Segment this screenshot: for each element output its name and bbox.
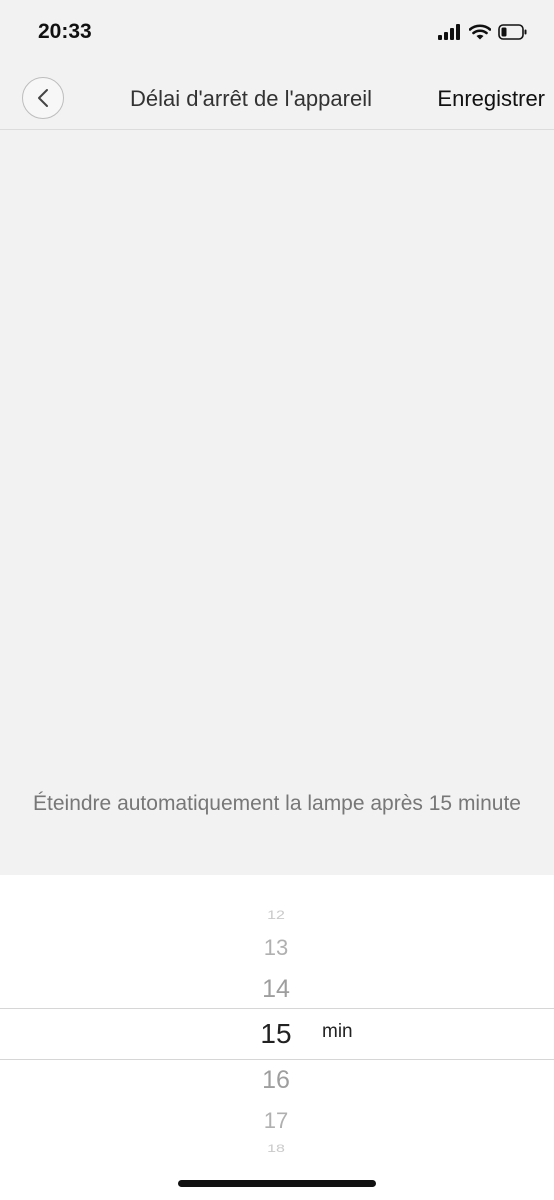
picker-option[interactable]: 16: [226, 1066, 326, 1095]
picker-unit-label: min: [322, 1021, 353, 1042]
picker-selected-value[interactable]: 15: [226, 1018, 326, 1050]
minute-picker[interactable]: 12 13 14 15 min 16 17 18: [0, 875, 554, 1200]
battery-icon: [498, 24, 527, 40]
status-bar: 20:33: [0, 0, 554, 68]
picker-option[interactable]: 17: [226, 1108, 326, 1134]
selection-line-top: [0, 1008, 554, 1009]
picker-option[interactable]: 12: [226, 909, 326, 923]
navigation-header: Délai d'arrêt de l'appareil Enregistrer: [0, 68, 554, 130]
picker-option[interactable]: 13: [226, 935, 326, 961]
cellular-signal-icon: [438, 24, 460, 40]
selection-line-bottom: [0, 1059, 554, 1060]
home-indicator: [178, 1180, 376, 1187]
picker-option[interactable]: 14: [226, 975, 326, 1004]
timer-description: Éteindre automatiquement la lampe après …: [33, 792, 521, 815]
page-title: Délai d'arrêt de l'appareil: [130, 86, 372, 111]
back-button[interactable]: [22, 77, 64, 119]
save-button[interactable]: Enregistrer: [437, 86, 545, 112]
chevron-left-icon: [38, 89, 48, 107]
status-time: 20:33: [38, 20, 92, 43]
picker-option[interactable]: 18: [226, 1143, 326, 1156]
wifi-icon: [469, 24, 491, 40]
status-icons: [438, 24, 528, 40]
